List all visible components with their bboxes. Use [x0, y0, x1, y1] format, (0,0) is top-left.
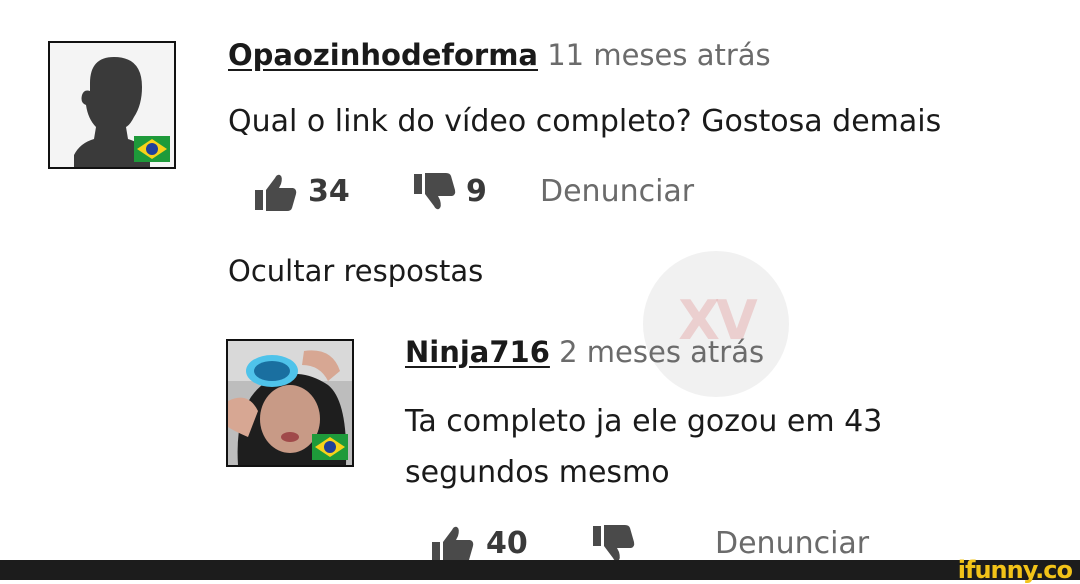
username-link[interactable]: Ninja716 [405, 335, 550, 369]
watermark-logo: XV [643, 251, 789, 397]
like-count: 40 [486, 526, 528, 561]
brazil-flag-icon [134, 136, 170, 162]
watermark-bar [0, 560, 1080, 580]
like-count: 34 [308, 174, 350, 209]
comment-header: Opaozinhodeforma 11 meses atrás [228, 38, 771, 72]
comment-time: 11 meses atrás [547, 38, 771, 72]
avatar[interactable] [48, 41, 176, 169]
avatar[interactable] [226, 339, 354, 467]
brazil-flag-icon [312, 434, 348, 460]
thumbs-down-icon[interactable] [412, 172, 456, 212]
comment-text: Qual o link do vídeo completo? Gostosa d… [228, 104, 942, 139]
report-button[interactable]: Denunciar [715, 526, 869, 561]
thumbs-up-icon[interactable] [253, 172, 297, 212]
thumbs-down-icon[interactable] [591, 524, 635, 564]
thumbs-up-icon[interactable] [430, 524, 474, 564]
reply-time: 2 meses atrás [559, 335, 765, 369]
username-link[interactable]: Opaozinhodeforma [228, 38, 538, 72]
dislike-count: 9 [466, 174, 487, 209]
report-button[interactable]: Denunciar [540, 174, 694, 209]
hide-replies-button[interactable]: Ocultar respostas [228, 254, 483, 288]
reply-text: Ta completo ja ele gozou em 43 segundos … [405, 404, 883, 490]
reply-header: Ninja716 2 meses atrás [405, 335, 764, 369]
